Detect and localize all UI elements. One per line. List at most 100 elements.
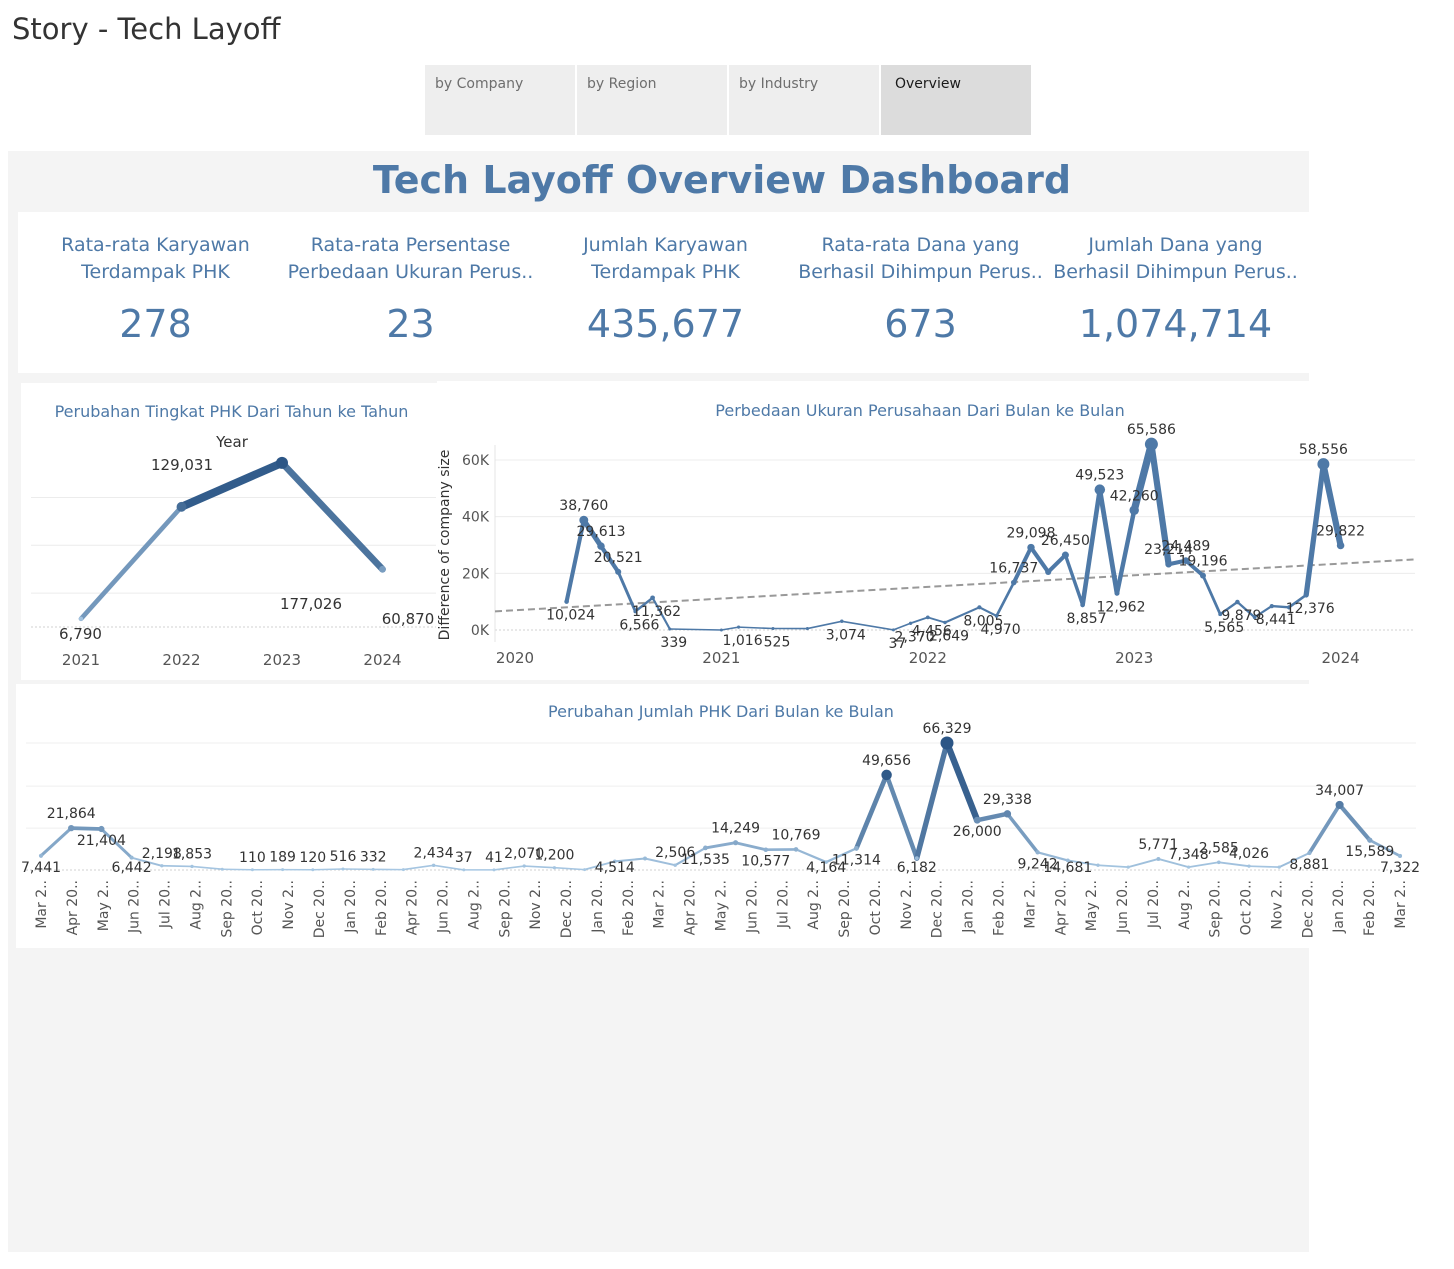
data-label: 8,881 (1289, 857, 1329, 873)
data-point (925, 615, 930, 620)
x-tick-label: 2023 (263, 651, 301, 669)
tab-overview[interactable]: Overview (881, 65, 1031, 135)
data-label: 29,822 (1316, 524, 1365, 540)
data-point (1011, 579, 1017, 586)
line-segment (160, 864, 193, 868)
x-tick-label: Mar 2.. (1022, 880, 1038, 929)
data-point (276, 456, 288, 469)
line-segment (1097, 864, 1130, 868)
x-tick-label: Jun 20.. (744, 880, 760, 934)
yearly-layoff-panel: Perubahan Tingkat PHK Dari Tahun ke Tahu… (21, 383, 442, 680)
tab-by-region[interactable]: by Region (577, 65, 727, 135)
data-point (1247, 864, 1251, 868)
data-point (492, 868, 496, 872)
x-tick-label: Feb 20.. (621, 880, 637, 936)
kpi-total-employees[interactable]: Jumlah Karyawan Terdampak PHK 435,677 (538, 212, 793, 346)
x-tick-label: Sep 20.. (497, 880, 513, 938)
kpi-avg-employees[interactable]: Rata-rata Karyawan Terdampak PHK 278 (28, 212, 283, 346)
line-segment (737, 626, 774, 630)
x-tick-label: 2021 (62, 651, 100, 669)
line-segment (432, 864, 465, 871)
x-tick-label: Jan 20.. (1331, 880, 1347, 934)
x-tick-label: Mar 2.. (652, 880, 668, 929)
data-label: 10,577 (741, 854, 790, 870)
data-point (1397, 853, 1403, 859)
data-point (401, 868, 405, 872)
x-tick-label: Aug 2.. (1177, 880, 1193, 930)
data-point (703, 845, 708, 851)
tab-by-company[interactable]: by Company (425, 65, 575, 135)
data-label: 6,182 (897, 860, 937, 876)
data-point (462, 868, 466, 872)
x-tick-label: Apr 20.. (65, 880, 81, 935)
data-point (973, 816, 981, 824)
data-label: 7,322 (1380, 860, 1420, 876)
x-tick-label: Aug 2.. (188, 880, 204, 930)
x-tick-label: 2022 (909, 649, 947, 667)
line-segment (1005, 812, 1040, 855)
x-tick-label: Jan 20.. (590, 880, 606, 934)
data-point (977, 605, 982, 610)
data-label: 15,589 (1345, 844, 1394, 860)
x-tick-label: Apr 20.. (683, 880, 699, 935)
line-segment (669, 628, 723, 631)
x-tick-label: Aug 2.. (806, 880, 822, 930)
data-point (250, 868, 254, 872)
kpi-total-funds[interactable]: Jumlah Dana yang Berhasil Dihimpun Perus… (1048, 212, 1303, 346)
data-point (552, 866, 556, 870)
dashboard-title: Tech Layoff Overview Dashboard (372, 158, 1072, 202)
data-label: 11,362 (632, 604, 681, 620)
kpi-avg-size-diff[interactable]: Rata-rata Persentase Perbedaan Ukuran Pe… (283, 212, 538, 346)
data-point (763, 847, 769, 853)
data-label: 49,656 (862, 753, 911, 769)
data-point (1317, 458, 1330, 471)
data-label: 177,026 (280, 595, 342, 613)
data-label: 339 (660, 635, 687, 651)
x-tick-label: 2023 (1115, 649, 1153, 667)
data-point (881, 769, 892, 781)
line-segment (1201, 574, 1222, 616)
company-size-panel: Perbedaan Ukuran Perusahaan Dari Bulan k… (437, 381, 1437, 680)
data-point (719, 628, 723, 632)
x-tick-label: May 2.. (1084, 880, 1100, 931)
kpi-value: 23 (386, 302, 435, 346)
data-point (793, 847, 799, 852)
x-tick-label: Apr 20.. (405, 880, 421, 935)
yearly-layoff-chart: Year 2021 2022 2023 2024 6,790 129,031 177,026 6… (31, 433, 436, 669)
data-label: 41 (485, 850, 503, 866)
x-tick-label: Apr 20.. (1053, 880, 1069, 935)
x-tick-label: Jan 20.. (343, 880, 359, 934)
data-point (943, 620, 947, 625)
x-tick-label: Nov 2.. (528, 880, 544, 930)
data-label: 120 (299, 850, 326, 866)
data-point (583, 868, 587, 872)
line-segment (1307, 803, 1342, 855)
x-tick-label: Sep 20.. (837, 880, 853, 938)
data-label: 12,962 (1097, 599, 1146, 615)
kpi-avg-funds[interactable]: Rata-rata Dana yang Berhasil Dihimpun Pe… (793, 212, 1048, 346)
data-point (220, 867, 224, 871)
data-label: 58,556 (1299, 442, 1348, 458)
x-tick-label: Mar 2.. (1393, 880, 1409, 929)
kpi-value: 1,074,714 (1078, 302, 1273, 346)
tab-by-industry[interactable]: by Industry (729, 65, 879, 135)
data-point (1303, 592, 1309, 598)
x-tick-label: May 2.. (714, 880, 730, 931)
x-tick-label: Sep 20.. (219, 880, 235, 938)
data-label: 20,521 (594, 550, 643, 566)
data-point (643, 856, 647, 861)
kpi-label: Jumlah Karyawan Terdampak PHK (583, 234, 748, 283)
x-tick-label: Mar 2.. (34, 880, 50, 929)
kpi-label: Rata-rata Persentase Perbedaan Ukuran Pe… (287, 234, 534, 283)
line-segment (943, 739, 981, 824)
data-point (994, 614, 999, 618)
data-label: 189 (269, 850, 296, 866)
x-tick-label: 2024 (1322, 649, 1360, 667)
data-label: 66,329 (923, 721, 972, 737)
data-label: 34,007 (1315, 783, 1364, 799)
x-tick-label: Feb 20.. (991, 880, 1007, 936)
line-segment (884, 772, 920, 861)
data-point (78, 616, 84, 621)
data-label: 65,586 (1127, 422, 1176, 438)
data-point (371, 867, 375, 871)
